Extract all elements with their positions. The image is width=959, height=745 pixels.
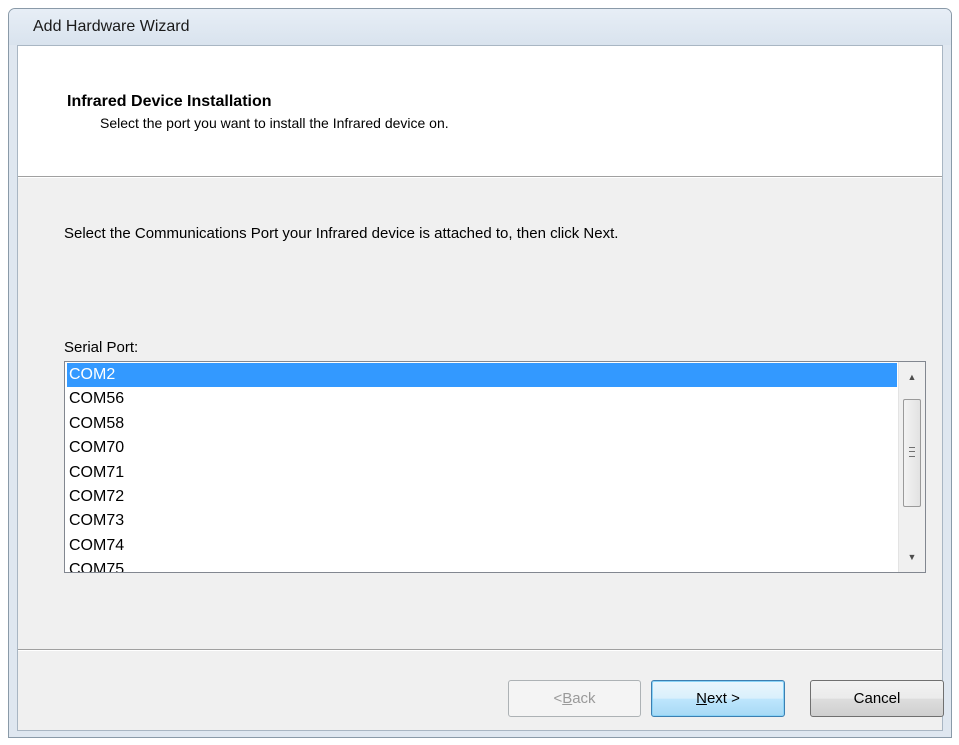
next-button-mnemonic: N xyxy=(696,690,707,707)
window-title: Add Hardware Wizard xyxy=(33,18,190,35)
port-list-item[interactable]: COM56 xyxy=(67,387,897,411)
instruction-text: Select the Communications Port your Infr… xyxy=(64,225,619,242)
port-list-item[interactable]: COM70 xyxy=(67,436,897,460)
wizard-header: Infrared Device Installation Select the … xyxy=(18,46,942,176)
port-list-item[interactable]: COM73 xyxy=(67,509,897,533)
wizard-window: Add Hardware Wizard Infrared Device Inst… xyxy=(8,8,952,738)
back-button-mnemonic: B xyxy=(562,690,573,707)
serial-port-listbox[interactable]: COM2 COM56 COM58 COM70 COM71 COM72 COM73 COM74 C… xyxy=(64,361,926,573)
back-button-prefix: < xyxy=(553,690,563,707)
next-button-label: ext > xyxy=(706,690,740,707)
vertical-scrollbar[interactable]: ▲ ▼ xyxy=(898,362,925,572)
header-divider xyxy=(18,176,942,178)
port-list-item[interactable]: COM75 xyxy=(67,558,897,572)
port-list[interactable]: COM2 COM56 COM58 COM70 COM71 COM72 COM73 COM74 C… xyxy=(67,363,897,572)
scrollbar-thumb[interactable] xyxy=(903,399,921,507)
serial-port-label: Serial Port: xyxy=(64,339,139,356)
title-bar[interactable]: Add Hardware Wizard xyxy=(9,9,951,45)
cancel-button[interactable]: Cancel xyxy=(810,680,944,717)
port-list-item[interactable]: COM2 xyxy=(67,363,897,388)
port-list-item[interactable]: COM71 xyxy=(67,461,897,485)
port-list-item[interactable]: COM58 xyxy=(67,412,897,436)
page-subtitle: Select the port you want to install the … xyxy=(100,115,449,131)
next-button[interactable]: Next > xyxy=(651,680,785,717)
scrollbar-grip-icon xyxy=(909,447,915,457)
wizard-client-area: Infrared Device Installation Select the … xyxy=(17,45,944,731)
port-list-item[interactable]: COM74 xyxy=(67,534,897,558)
scroll-up-arrow-icon[interactable]: ▲ xyxy=(899,366,925,388)
footer-divider xyxy=(18,649,942,651)
port-list-item[interactable]: COM72 xyxy=(67,485,897,509)
back-button-label: ack xyxy=(572,690,596,707)
scroll-down-arrow-icon[interactable]: ▼ xyxy=(899,546,925,568)
page-title: Infrared Device Installation xyxy=(67,93,272,110)
back-button[interactable]: < Back xyxy=(508,680,641,717)
